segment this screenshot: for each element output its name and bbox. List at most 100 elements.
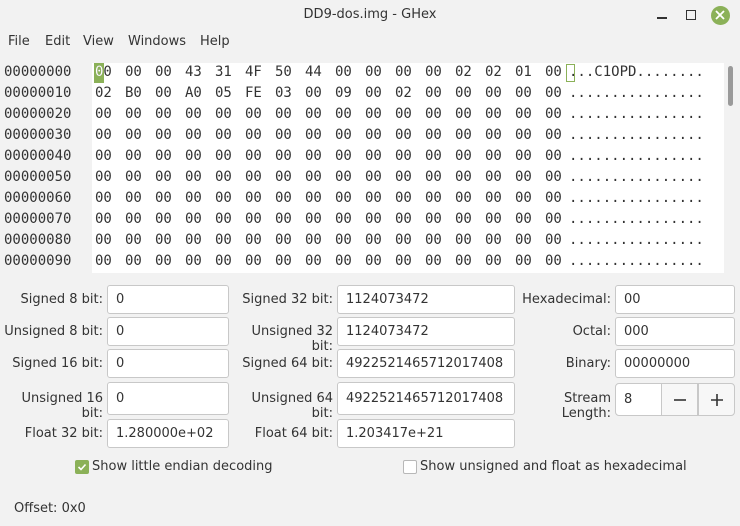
hex-bytes[interactable]: 00 00 00 00 00 00 00 00 00 00 00 00 00 00 00 00 (92, 189, 566, 210)
hex-byte[interactable]: 00 (455, 190, 472, 206)
hex-byte[interactable]: 00 (515, 253, 532, 269)
hex-byte[interactable]: 00 (365, 169, 382, 185)
hex-byte[interactable]: 00 (275, 127, 292, 143)
hex-byte[interactable]: 00 (245, 211, 262, 227)
hex-byte[interactable]: 00 (95, 148, 112, 164)
hex-byte[interactable]: 00 (395, 64, 412, 80)
float32-field[interactable]: 1.280000e+02 (107, 419, 229, 448)
hex-ascii[interactable]: ................ (566, 168, 724, 189)
hex-byte[interactable]: 00 (395, 253, 412, 269)
hex-byte[interactable]: 00 (545, 64, 562, 80)
hex-ascii[interactable]: ................ (566, 210, 724, 231)
hex-byte[interactable]: FE (245, 85, 262, 101)
hex-ascii[interactable]: ................ (566, 105, 724, 126)
hex-byte[interactable]: 43 (185, 64, 202, 80)
hex-byte-selected[interactable]: 0 (95, 64, 103, 80)
hex-byte[interactable]: 00 (455, 253, 472, 269)
signed64-field[interactable]: 4922521465712017408 (337, 349, 515, 378)
little-endian-checkbox[interactable] (75, 460, 89, 474)
hex-byte[interactable]: 00 (545, 127, 562, 143)
menu-help[interactable]: Help (200, 34, 230, 49)
hex-byte[interactable]: 00 (485, 127, 502, 143)
hex-byte[interactable]: 00 (185, 148, 202, 164)
hex-byte[interactable]: 00 (275, 211, 292, 227)
signed16-field[interactable]: 0 (107, 349, 229, 378)
hex-byte[interactable]: 00 (155, 169, 172, 185)
ascii-text[interactable]: ................ (569, 211, 704, 227)
hex-byte[interactable]: 00 (125, 64, 142, 80)
hex-bytes[interactable]: 00 00 00 00 00 00 00 00 00 00 00 00 00 00 00 00 (92, 252, 566, 273)
hex-byte[interactable]: A0 (185, 85, 202, 101)
hex-byte[interactable]: 44 (305, 64, 322, 80)
hex-bytes[interactable]: 00 00 00 00 00 00 00 00 00 00 00 00 00 00 00 00 (92, 210, 566, 231)
hex-byte[interactable]: 00 (365, 148, 382, 164)
hex-byte[interactable]: B0 (125, 85, 142, 101)
hex-ascii[interactable]: ................ (566, 252, 724, 273)
hex-byte[interactable]: 00 (245, 148, 262, 164)
hex-byte[interactable]: 00 (425, 211, 442, 227)
hex-byte[interactable]: 00 (425, 148, 442, 164)
hex-byte[interactable]: 00 (485, 148, 502, 164)
hex-byte[interactable]: 00 (215, 253, 232, 269)
hex-byte[interactable]: 00 (155, 127, 172, 143)
ascii-text[interactable]: ................ (569, 85, 704, 101)
hex-byte[interactable]: 00 (125, 211, 142, 227)
hex-byte[interactable]: 00 (215, 232, 232, 248)
unsigned-hex-label[interactable]: Show unsigned and float as hexadecimal (420, 459, 687, 474)
hex-byte[interactable]: 00 (155, 148, 172, 164)
hex-bytes[interactable]: 00 00 00 00 00 00 00 00 00 00 00 00 00 00 00 00 (92, 126, 566, 147)
hex-byte[interactable]: 00 (335, 190, 352, 206)
hex-byte[interactable]: 00 (275, 190, 292, 206)
hex-byte[interactable]: 00 (365, 64, 382, 80)
hex-byte[interactable]: 00 (515, 169, 532, 185)
hex-byte[interactable]: 00 (245, 169, 262, 185)
hex-byte[interactable]: 00 (215, 190, 232, 206)
stream-length-field[interactable]: 8 (615, 383, 662, 416)
ascii-text[interactable]: ................ (569, 232, 704, 248)
hex-byte[interactable]: 00 (515, 190, 532, 206)
hex-byte[interactable]: 00 (125, 106, 142, 122)
unsigned64-field[interactable]: 4922521465712017408 (337, 382, 515, 415)
hex-byte[interactable]: 00 (215, 148, 232, 164)
hex-byte[interactable]: 00 (395, 127, 412, 143)
little-endian-label[interactable]: Show little endian decoding (92, 459, 273, 474)
hex-byte[interactable]: 00 (185, 127, 202, 143)
float64-field[interactable]: 1.203417e+21 (337, 419, 515, 448)
hex-ascii[interactable]: ...C1OPD........ (566, 63, 724, 84)
hex-byte[interactable]: 00 (425, 190, 442, 206)
hex-byte[interactable]: 00 (275, 232, 292, 248)
hex-byte[interactable]: 00 (425, 106, 442, 122)
hex-byte[interactable]: 00 (155, 64, 172, 80)
hex-ascii[interactable]: ................ (566, 84, 724, 105)
hex-byte[interactable]: 00 (275, 148, 292, 164)
hex-byte[interactable]: 00 (95, 127, 112, 143)
hex-byte[interactable]: 00 (365, 190, 382, 206)
hex-byte[interactable]: 00 (155, 106, 172, 122)
hex-byte[interactable]: 00 (425, 253, 442, 269)
stream-length-decrement-button[interactable] (661, 383, 698, 416)
hex-byte[interactable]: 00 (455, 106, 472, 122)
ascii-text[interactable]: ................ (569, 190, 704, 206)
signed32-field[interactable]: 1124073472 (337, 285, 515, 314)
hex-byte[interactable]: 00 (305, 106, 322, 122)
hex-byte[interactable]: 00 (335, 127, 352, 143)
hex-byte[interactable]: 00 (185, 211, 202, 227)
hex-bytes[interactable]: 00 00 00 00 00 00 00 00 00 00 00 00 00 00 00 00 (92, 231, 566, 252)
hex-field[interactable]: 00 (615, 285, 735, 314)
hex-byte[interactable]: 05 (215, 85, 232, 101)
hex-byte[interactable]: 00 (515, 127, 532, 143)
hex-byte[interactable]: 00 (335, 211, 352, 227)
hex-byte[interactable]: 00 (245, 232, 262, 248)
hex-byte[interactable]: 00 (305, 190, 322, 206)
hex-byte[interactable]: 00 (455, 232, 472, 248)
hex-byte[interactable]: 00 (95, 106, 112, 122)
hex-byte[interactable]: 00 (455, 148, 472, 164)
hex-byte[interactable]: 02 (95, 85, 112, 101)
hex-byte[interactable]: 00 (485, 190, 502, 206)
hex-byte[interactable]: 00 (365, 232, 382, 248)
hex-byte[interactable]: 00 (515, 232, 532, 248)
hex-byte[interactable]: 02 (485, 64, 502, 80)
hex-byte[interactable]: 00 (485, 232, 502, 248)
hex-byte[interactable]: 00 (485, 253, 502, 269)
hex-ascii[interactable]: ................ (566, 189, 724, 210)
